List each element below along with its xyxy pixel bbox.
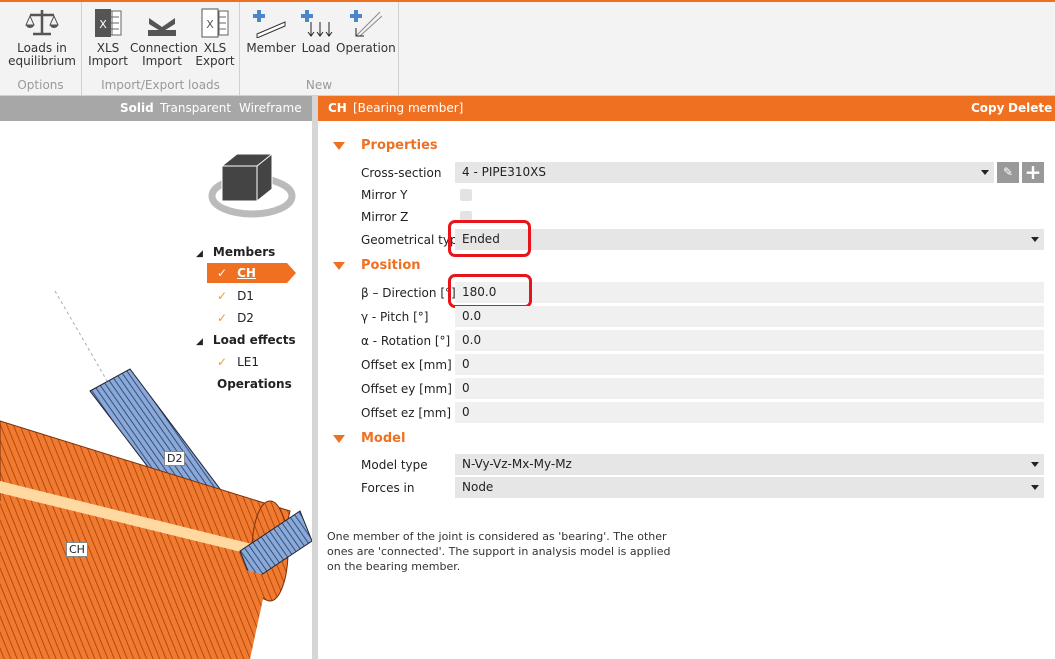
add-plus-icon[interactable]: + [1022,162,1044,183]
rotation-input[interactable]: 0.0 [455,330,1044,351]
collapse-icon[interactable]: ◢ [196,249,203,259]
connection-import-button[interactable]: Connection Import [130,8,198,68]
add-member-icon [253,10,286,38]
xls-import-icon: X [95,9,122,37]
offset-ez-label: Offset ez [mm] [361,406,452,420]
tree-item-d2[interactable]: ✓ D2 [217,311,254,325]
group-new: Member Load Operation New [240,2,399,96]
tree-members-header[interactable]: ◢ Members [196,245,275,259]
panel-splitter[interactable] [312,96,318,659]
checkbox-checked-icon[interactable]: ✓ [217,266,227,280]
svg-text:X: X [206,18,214,31]
member-label-ch[interactable]: CH [66,542,88,557]
member-header: CH [Bearing member] Copy Delete [318,96,1055,121]
delete-button[interactable]: Delete [1008,101,1052,115]
view-solid-button[interactable]: Solid [120,101,154,115]
model-type-label: Model type [361,458,428,472]
info-note: One member of the joint is considered as… [327,530,671,573]
tree-item-d1[interactable]: ✓ D1 [217,289,254,303]
copy-button[interactable]: Copy [971,101,1004,115]
checkbox-checked-icon[interactable]: ✓ [217,311,227,325]
gizmo-cube-icon[interactable] [208,153,296,218]
offset-ex-input[interactable]: 0 [455,354,1044,375]
collapse-icon[interactable] [333,434,345,443]
checkbox-checked-icon[interactable]: ✓ [217,355,227,369]
mirror-z-label: Mirror Z [361,210,409,224]
svg-text:X: X [99,18,107,31]
offset-ey-input[interactable]: 0 [455,378,1044,399]
xls-export-button[interactable]: X XLS Export [194,8,236,68]
group-import-export: X XLS Import Connection Import X XLS Exp… [82,2,240,96]
geometrical-type-select[interactable]: Ended [455,229,1044,250]
offset-ey-label: Offset ey [mm] [361,382,452,396]
tree-item-le1[interactable]: ✓ LE1 [217,355,259,369]
direction-label: β – Direction [°] [361,286,456,300]
collapse-icon[interactable] [333,261,345,270]
member-label-d2[interactable]: D2 [164,451,186,466]
ribbon-toolbar: Loads in equilibrium Options X XLS Impor… [0,0,1055,96]
3d-viewport[interactable]: D2 CH ◢ Members ✓ CH ✓ D1 ✓ D2 ◢ Load effects… [0,121,312,659]
section-model[interactable]: Model [333,431,405,446]
connection-import-icon [148,18,176,36]
view-wireframe-button[interactable]: Wireframe [239,101,302,115]
tree-item-ch[interactable]: ✓ CH [207,263,296,283]
group-label: Options [17,78,64,92]
group-label: Import/Export loads [101,78,220,92]
collapse-icon[interactable]: ◢ [196,337,203,347]
pitch-label: γ - Pitch [°] [361,310,429,324]
direction-input[interactable]: 180.0 [455,282,1044,303]
member-type: [Bearing member] [353,101,464,115]
highlight-box [448,220,531,257]
loads-in-equilibrium-button[interactable]: Loads in equilibrium [8,8,76,68]
tree-operations-header[interactable]: Operations [217,377,292,391]
view-transparent-button[interactable]: Transparent [160,101,231,115]
cross-section-select[interactable]: 4 - PIPE310XS [455,162,994,183]
new-member-button[interactable]: Member [246,8,296,55]
add-load-icon [301,10,333,37]
view-mode-bar: Solid Transparent Wireframe [0,96,312,121]
highlight-box [448,274,532,308]
scale-icon [25,10,59,36]
mirror-y-label: Mirror Y [361,188,408,202]
group-label: New [305,78,333,92]
rotation-label: α - Rotation [°] [361,334,451,348]
forces-in-select[interactable]: Node [455,477,1044,498]
pitch-input[interactable]: 0.0 [455,306,1044,327]
cross-section-label: Cross-section [361,166,442,180]
tree-load-effects-header[interactable]: ◢ Load effects [196,333,296,347]
new-load-button[interactable]: Load [298,8,334,55]
forces-in-label: Forces in [361,481,415,495]
model-type-select[interactable]: N-Vy-Vz-Mx-My-Mz [455,454,1044,475]
add-operation-icon [350,10,382,37]
xls-export-icon: X [201,8,229,38]
mirror-y-checkbox[interactable] [460,189,472,201]
group-options: Loads in equilibrium Options [0,2,82,96]
checkbox-checked-icon[interactable]: ✓ [217,289,227,303]
collapse-icon[interactable] [333,141,345,150]
edit-pencil-icon[interactable]: ✎ [997,162,1019,183]
xls-import-button[interactable]: X XLS Import [86,8,130,68]
section-properties[interactable]: Properties [333,138,438,153]
new-operation-button[interactable]: Operation [336,8,396,55]
member-name: CH [328,101,347,115]
section-position[interactable]: Position [333,258,421,273]
offset-ex-label: Offset ex [mm] [361,358,452,372]
offset-ez-input[interactable]: 0 [455,402,1044,423]
